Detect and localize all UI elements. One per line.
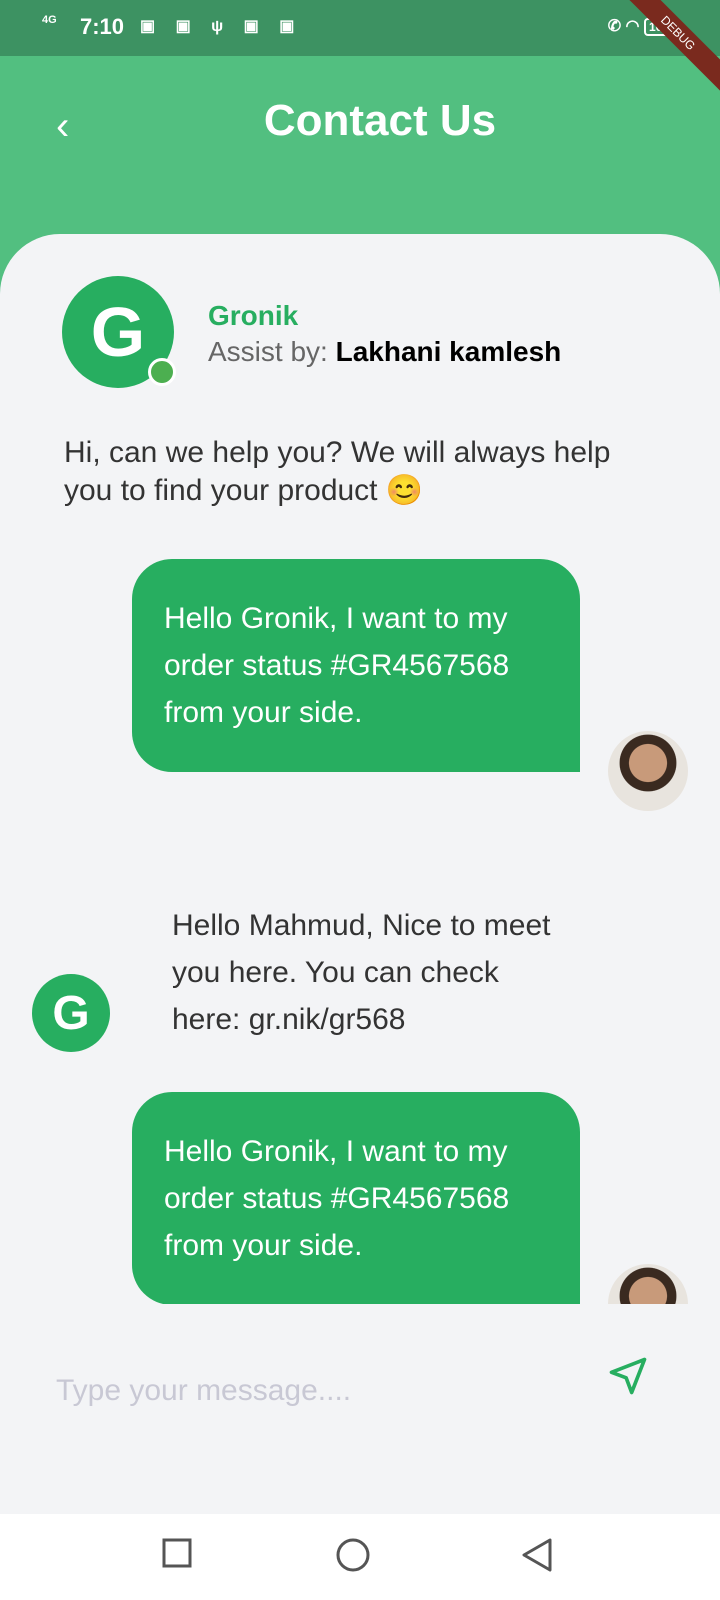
- assist-label: Assist by:: [208, 336, 328, 367]
- logo-letter: G: [52, 986, 90, 1040]
- nav-back-button[interactable]: [520, 1538, 554, 1577]
- user-avatar: [608, 731, 688, 811]
- message-input[interactable]: Type your message....: [56, 1374, 351, 1408]
- user-message-bubble: Hello Gronik, I want to my order status …: [132, 559, 580, 772]
- triangle-back-icon: [522, 1538, 552, 1572]
- chat-panel: G Gronik Assist by: Lakhani kamlesh Hi, …: [0, 234, 720, 1514]
- status-bar: 4G 7:10 ▣ ▣ ψ ▣ ▣ ✆ ◠ 100: [0, 0, 720, 56]
- assistant-name: Lakhani kamlesh: [335, 336, 562, 367]
- agent-avatar: G: [62, 276, 176, 388]
- send-icon[interactable]: [606, 1354, 650, 1398]
- square-icon: [162, 1538, 192, 1568]
- intro-text: Hi, can we help you? We will always help…: [64, 436, 611, 507]
- user-avatar: [608, 1264, 688, 1304]
- network-indicator: 4G: [42, 14, 57, 26]
- clock: 7:10: [80, 14, 125, 39]
- assist-line: Assist by: Lakhani kamlesh: [208, 336, 561, 368]
- recent-apps-button[interactable]: [162, 1538, 192, 1573]
- notification-icons: ▣ ▣ ψ ▣ ▣: [140, 18, 303, 35]
- agent-message-avatar: G: [32, 974, 110, 1052]
- message-clip: Hello Gronik, I want to my order status …: [0, 1092, 720, 1304]
- agent-message: Hello Mahmud, Nice to meet you here. You…: [172, 909, 551, 1036]
- page-title: Contact Us: [263, 96, 497, 145]
- logo-letter: G: [90, 293, 146, 371]
- user-message-bubble: Hello Gronik, I want to my order status …: [132, 1092, 580, 1304]
- home-button[interactable]: [336, 1538, 370, 1577]
- android-nav-bar: [0, 1514, 720, 1600]
- app-header: ‹ Contact Us: [0, 56, 720, 236]
- online-status-dot: [148, 358, 176, 386]
- circle-icon: [336, 1538, 370, 1572]
- agent-name: Gronik: [208, 300, 299, 331]
